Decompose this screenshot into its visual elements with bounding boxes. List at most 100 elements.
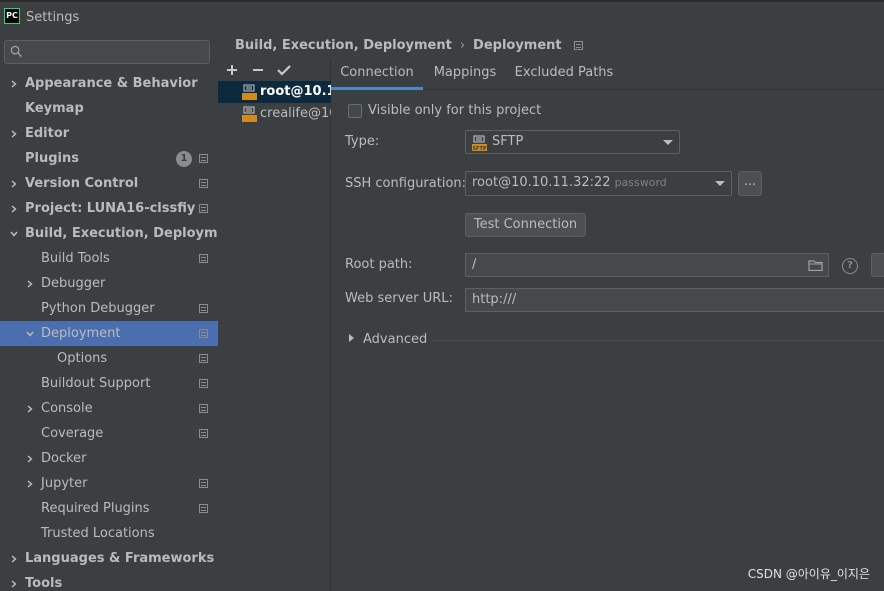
sidebar-item-editor[interactable]: Editor (0, 121, 218, 146)
sidebar-item-deployment[interactable]: Deployment (0, 321, 218, 346)
sidebar-item-console[interactable]: Console (0, 396, 218, 421)
root-path-field[interactable]: / (465, 253, 829, 277)
pycharm-logo-icon: PC (4, 8, 20, 24)
tab-excluded-paths[interactable]: Excluded Paths (509, 60, 619, 90)
sidebar-item-label: Plugins (25, 151, 79, 166)
chevron-down-icon[interactable] (8, 221, 20, 246)
settings-search-input[interactable] (4, 40, 210, 64)
visible-only-label[interactable]: Visible only for this project (368, 103, 541, 118)
folder-icon[interactable] (808, 259, 823, 271)
watermark: CSDN @아이유_이지은 (747, 567, 870, 581)
chevron-right-icon[interactable] (8, 571, 20, 591)
sidebar-item-label: Appearance & Behavior (25, 76, 198, 91)
chevron-right-icon[interactable] (24, 396, 36, 421)
web-server-url-value: http:/// (472, 292, 517, 307)
sidebar-item-build-tools[interactable]: Build Tools (0, 246, 218, 271)
ssh-configuration-value: root@10.10.11.32:22 password (472, 175, 667, 190)
sidebar-item-coverage[interactable]: Coverage (0, 421, 218, 446)
title-bar: PC Settings (0, 0, 884, 33)
server-list: root@10.10. crealife@10. (218, 81, 331, 125)
ssh-configuration-label: SSH configuration: (345, 176, 467, 191)
sidebar-item-label: Project: LUNA16-clssfiy (25, 201, 196, 216)
visible-only-checkbox[interactable] (348, 104, 362, 118)
sidebar-item-label: Build, Execution, Deployment (25, 226, 242, 241)
sidebar-item-label: Deployment (41, 326, 121, 341)
test-connection-button[interactable]: Test Connection (465, 213, 586, 237)
ssh-auth-hint: password (614, 176, 667, 189)
project-level-icon (199, 379, 208, 388)
sidebar-item-label: Required Plugins (41, 501, 150, 516)
chevron-right-icon[interactable] (8, 171, 20, 196)
tab-mappings[interactable]: Mappings (423, 60, 507, 90)
server-list-item[interactable]: root@10.10. (218, 81, 331, 103)
plus-icon (227, 65, 237, 75)
update-count-badge: 1 (176, 151, 192, 167)
sidebar-item-options[interactable]: Options (0, 346, 218, 371)
settings-sidebar: Appearance & Behavior Keymap Editor Plugins… (0, 33, 242, 591)
sidebar-item-buildout-support[interactable]: Buildout Support (0, 371, 218, 396)
sftp-icon (242, 106, 257, 122)
sidebar-item-label: Coverage (41, 426, 104, 441)
root-path-label: Root path: (345, 257, 413, 272)
project-level-icon (199, 204, 208, 213)
chevron-right-icon[interactable] (24, 271, 36, 296)
server-list-pane: root@10.10. crealife@10. (218, 60, 331, 591)
sidebar-item-keymap[interactable]: Keymap (0, 96, 218, 121)
chevron-right-icon[interactable] (8, 546, 20, 571)
sftp-icon: SFTP (472, 135, 487, 151)
chevron-down-icon[interactable] (24, 321, 36, 346)
breadcrumb: Build, Execution, Deployment › Deployment (235, 38, 583, 56)
sidebar-item-version-control[interactable]: Version Control (0, 171, 218, 196)
chevron-right-icon[interactable] (8, 121, 20, 146)
add-server-button[interactable] (223, 61, 241, 79)
ssh-config-more-button[interactable]: ... (738, 171, 762, 196)
sidebar-item-label: Jupyter (41, 476, 88, 491)
root-path-value: / (472, 257, 477, 272)
project-level-icon (199, 354, 208, 363)
project-level-icon (199, 254, 208, 263)
sidebar-item-label: Languages & Frameworks (25, 551, 215, 566)
checkmark-icon (277, 65, 291, 76)
sidebar-item-label: Version Control (25, 176, 139, 191)
sidebar-item-label: Build Tools (41, 251, 110, 266)
ssh-configuration-dropdown[interactable]: root@10.10.11.32:22 password (465, 171, 732, 196)
remove-server-button[interactable] (249, 61, 267, 79)
chevron-right-icon[interactable] (8, 196, 20, 221)
help-icon[interactable]: ? (842, 258, 858, 274)
server-name: crealife@10. (260, 106, 331, 121)
type-dropdown[interactable]: SFTP SFTP (465, 130, 680, 154)
sidebar-item-python-debugger[interactable]: Python Debugger (0, 296, 218, 321)
chevron-right-icon[interactable] (24, 471, 36, 496)
tab-connection[interactable]: Connection (331, 60, 423, 90)
web-server-url-field[interactable]: http:/// (465, 288, 884, 312)
project-level-icon (199, 154, 208, 163)
breadcrumb-parent[interactable]: Build, Execution, Deployment (235, 38, 452, 53)
sidebar-item-docker[interactable]: Docker (0, 446, 218, 471)
sidebar-item-build-execution-deployment[interactable]: Build, Execution, Deployment (0, 221, 242, 246)
web-server-url-label: Web server URL: (345, 291, 453, 306)
svg-text:SFTP: SFTP (472, 146, 486, 151)
sidebar-item-project-luna16-clssfiy[interactable]: Project: LUNA16-clssfiy (0, 196, 218, 221)
sidebar-item-plugins[interactable]: Plugins 1 (0, 146, 218, 171)
project-level-icon (199, 504, 208, 513)
chevron-right-icon[interactable] (8, 71, 20, 96)
sidebar-item-required-plugins[interactable]: Required Plugins (0, 496, 218, 521)
project-level-icon (199, 429, 208, 438)
sidebar-item-trusted-locations[interactable]: Trusted Locations (0, 521, 218, 546)
advanced-section-toggle[interactable]: Advanced (349, 332, 427, 347)
window-title: Settings (26, 10, 80, 25)
autodetect-button[interactable] (871, 253, 884, 277)
sidebar-item-debugger[interactable]: Debugger (0, 271, 218, 296)
breadcrumb-separator: › (459, 38, 466, 53)
chevron-down-icon (715, 181, 725, 186)
sidebar-item-label: Keymap (25, 101, 84, 116)
sidebar-item-appearance-behavior[interactable]: Appearance & Behavior (0, 71, 218, 96)
server-toolbar (218, 60, 331, 81)
set-default-server-button[interactable] (275, 61, 293, 79)
sidebar-item-languages-frameworks[interactable]: Languages & Frameworks (0, 546, 218, 571)
sidebar-item-jupyter[interactable]: Jupyter (0, 471, 218, 496)
connection-form: Visible only for this project Type: SFTP… (331, 91, 884, 591)
server-list-item[interactable]: crealife@10. (218, 103, 331, 125)
chevron-right-icon[interactable] (24, 446, 36, 471)
sidebar-item-tools[interactable]: Tools (0, 571, 218, 591)
